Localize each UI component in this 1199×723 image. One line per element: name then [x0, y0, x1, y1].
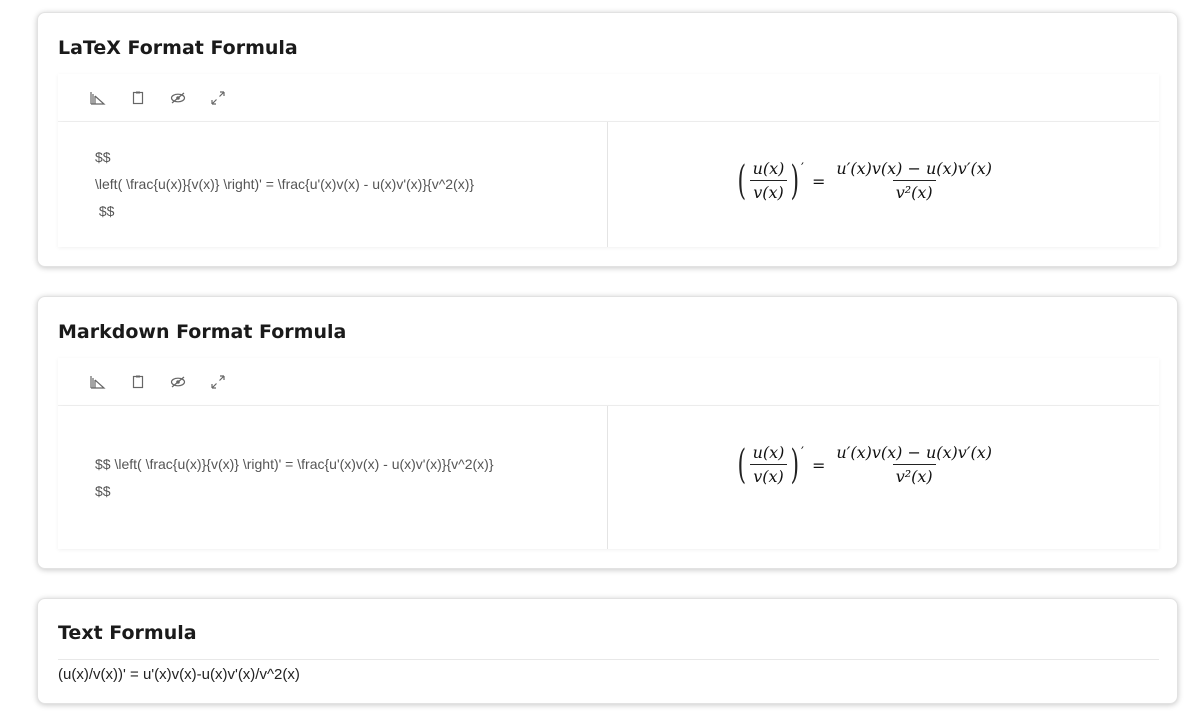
card-title: LaTeX Format Formula	[58, 37, 298, 59]
eye-off-icon[interactable]	[168, 88, 188, 108]
editor-toolbar	[58, 358, 1159, 406]
clipboard-icon[interactable]	[128, 88, 148, 108]
latex-formula-card: LaTeX Format Formula $$ \left( \frac{u(x…	[37, 12, 1178, 267]
expand-icon[interactable]	[208, 88, 228, 108]
source-line: $$	[95, 149, 111, 165]
clipboard-icon[interactable]	[128, 372, 148, 392]
formula-editor: $$ \left( \frac{u(x)}{v(x)} \right)' = \…	[58, 358, 1159, 549]
source-line: $$	[95, 482, 111, 499]
card-title: Markdown Format Formula	[58, 321, 347, 343]
formula-preview-pane: ( u(x) v(x) ) ′ = u′(x)v(x) − u(x)v′(x) …	[608, 122, 1159, 247]
ruler-icon[interactable]	[88, 372, 108, 392]
card-title: Text Formula	[58, 622, 197, 644]
ruler-icon[interactable]	[88, 88, 108, 108]
source-line: \left( \frac{u(x)}{v(x)} \right)' = \fra…	[95, 176, 475, 192]
eye-off-icon[interactable]	[168, 372, 188, 392]
markdown-formula-card: Markdown Format Formula $$ \left( \frac{…	[37, 296, 1178, 569]
expand-icon[interactable]	[208, 372, 228, 392]
source-line: $$	[95, 203, 115, 219]
formula-source-pane[interactable]: $$ \left( \frac{u(x)}{v(x)} \right)' = \…	[58, 406, 608, 549]
text-formula-card: Text Formula (u(x)/v(x))' = u'(x)v(x)-u(…	[37, 598, 1178, 704]
rendered-formula: ( u(x) v(x) ) ′ = u′(x)v(x) − u(x)v′(x) …	[737, 158, 992, 204]
rendered-formula: ( u(x) v(x) ) ′ = u′(x)v(x) − u(x)v′(x) …	[737, 442, 992, 488]
formula-editor: $$ \left( \frac{u(x)}{v(x)} \right)' = \…	[58, 74, 1159, 247]
editor-toolbar	[58, 74, 1159, 122]
formula-source-pane[interactable]: $$ \left( \frac{u(x)}{v(x)} \right)' = \…	[58, 122, 608, 247]
formula-preview-pane: ( u(x) v(x) ) ′ = u′(x)v(x) − u(x)v′(x) …	[608, 406, 1159, 549]
source-line: $$ \left( \frac{u(x)}{v(x)} \right)' = \…	[95, 455, 494, 472]
text-formula[interactable]: (u(x)/v(x))' = u'(x)v(x)-u(x)v'(x)/v^2(x…	[58, 659, 1159, 683]
